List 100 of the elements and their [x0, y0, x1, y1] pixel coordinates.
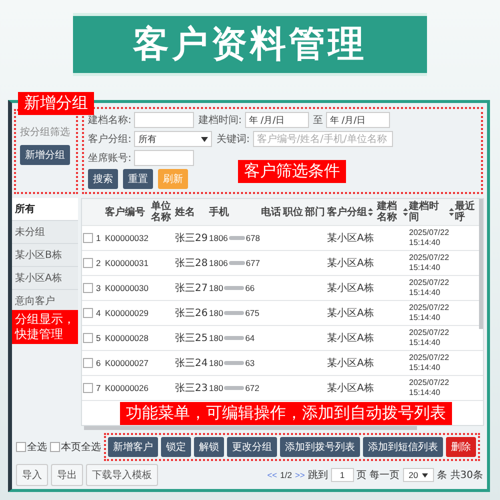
- table-cell: 2025/07/22 15:14:40: [409, 353, 450, 373]
- action-button[interactable]: 添加到短信列表: [363, 437, 443, 457]
- column-header: 客户编号: [105, 206, 145, 218]
- checkbox[interactable]: [50, 442, 60, 452]
- group-item[interactable]: 某小区A栋: [12, 267, 78, 290]
- row-number: 6: [96, 358, 101, 368]
- table-cell: 64: [245, 333, 255, 343]
- field-label: 建档名称:: [88, 114, 132, 127]
- column-header[interactable]: 建档时间: [409, 201, 454, 223]
- add-group-button[interactable]: 新增分组: [20, 145, 70, 165]
- secondary-button[interactable]: 导出: [51, 464, 83, 486]
- page-field[interactable]: 1: [330, 468, 354, 482]
- table-cell-text: 张三26: [175, 306, 208, 320]
- field-label: 客户分组:: [88, 132, 132, 146]
- table-cell-text: 某小区A栋: [327, 332, 374, 345]
- group-item[interactable]: 未分组: [12, 221, 78, 244]
- masked-digits: [224, 286, 244, 290]
- column-header: 部门: [305, 206, 325, 218]
- table-cell-text: 某小区A栋: [327, 382, 374, 395]
- text-field[interactable]: [134, 112, 194, 128]
- row-checkbox[interactable]: [83, 283, 93, 293]
- action-button[interactable]: 更改分组: [227, 437, 277, 457]
- table-cell: K00000027: [105, 358, 148, 368]
- filter-label: 按分组筛选: [20, 126, 70, 139]
- column-header: 手机: [209, 206, 229, 218]
- row-checkbox[interactable]: [83, 333, 93, 343]
- table-cell: 2025/07/22 15:14:40: [409, 228, 450, 248]
- row-number: 5: [96, 333, 101, 343]
- checkbox-label: 本页全选: [61, 440, 101, 454]
- table-cell: 2025/07/22 15:14:40: [409, 253, 450, 273]
- next-link[interactable]: >>: [294, 470, 305, 480]
- secondary-button[interactable]: 下载导入模板: [86, 464, 158, 486]
- checkbox-label: 全选: [27, 440, 47, 454]
- sort-icon[interactable]: [368, 208, 373, 216]
- row-number: 1: [96, 233, 101, 243]
- table-cell-text: 张三27: [175, 282, 208, 295]
- page-title: 客户资料管理: [133, 24, 367, 64]
- row-number: 4: [96, 308, 101, 318]
- per-page-select[interactable]: 20: [402, 468, 434, 482]
- group-item[interactable]: 某小区B栋: [12, 244, 78, 267]
- table-cell-text: 张三29: [175, 232, 208, 245]
- column-header: 姓名: [175, 206, 195, 218]
- row-checkbox[interactable]: [83, 358, 93, 368]
- action-button[interactable]: 删除: [446, 437, 476, 457]
- date-field[interactable]: 年 /月/日: [244, 112, 309, 128]
- table-cell: 2025/07/22 15:14:40: [409, 378, 450, 398]
- table-cell-text: 某小区A栋: [327, 306, 374, 320]
- row-number: 7: [96, 383, 101, 393]
- row-number: 3: [96, 283, 101, 293]
- table-cell: K00000030: [105, 283, 148, 293]
- caret-icon: [422, 472, 428, 478]
- action-button[interactable]: 锁定: [161, 437, 191, 457]
- row-checkbox[interactable]: [83, 233, 93, 243]
- field-label: 坐席账号:: [88, 152, 132, 165]
- sort-icon[interactable]: [449, 208, 454, 216]
- group-item[interactable]: 所有: [12, 198, 78, 221]
- masked-digits: [224, 361, 244, 365]
- table-cell-text: 某小区A栋: [327, 256, 374, 270]
- filter-button[interactable]: 重置: [123, 169, 153, 189]
- row-checkbox[interactable]: [83, 258, 93, 268]
- table-cell: K00000032: [105, 233, 148, 243]
- filter-button[interactable]: 搜索: [88, 169, 118, 189]
- column-header[interactable]: 建档名称: [377, 201, 408, 223]
- masked-digits: [228, 261, 245, 265]
- table-cell-text: 张三23: [175, 382, 208, 395]
- action-button[interactable]: 添加到拨号列表: [280, 437, 360, 457]
- date-field[interactable]: 年 /月/日: [326, 112, 390, 128]
- row-checkbox[interactable]: [83, 308, 93, 318]
- table-cell: 678: [246, 233, 260, 243]
- page-unit: 页: [356, 469, 367, 482]
- page-indicator: 1/2: [280, 470, 292, 480]
- table-cell: 180: [209, 333, 224, 343]
- goto-label: 跳到: [308, 468, 328, 482]
- table-cell: 672: [245, 383, 260, 393]
- checkbox[interactable]: [16, 442, 26, 452]
- action-button[interactable]: 解锁: [194, 437, 224, 457]
- masked-digits: [228, 236, 245, 240]
- table-cell: 1806: [209, 258, 228, 268]
- column-header[interactable]: 客户分组: [327, 206, 373, 218]
- table-cell: 675: [245, 308, 260, 318]
- table-cell: 180: [209, 283, 224, 293]
- prev-link[interactable]: <<: [267, 470, 278, 480]
- action-button[interactable]: 新增客户: [108, 437, 158, 457]
- field-label: 建档时间:: [198, 114, 242, 127]
- table-cell-text: 某小区A栋: [327, 232, 374, 245]
- table-cell-text: 张三28: [175, 256, 208, 270]
- column-header: 单位名称: [151, 201, 172, 223]
- masked-digits: [224, 311, 244, 315]
- table-cell-text: 张三24: [175, 356, 208, 370]
- total-count: 条 共30条: [437, 468, 483, 482]
- row-number: 2: [96, 258, 101, 268]
- table-cell: 2025/07/22 15:14:40: [409, 328, 450, 348]
- sort-icon[interactable]: [403, 208, 408, 216]
- secondary-button[interactable]: 导入: [16, 464, 48, 486]
- text-field[interactable]: [134, 150, 194, 166]
- group-select[interactable]: 所有: [134, 131, 212, 147]
- table-cell: K00000031: [105, 258, 148, 268]
- callout-label: 功能菜单，可编辑操作，添加到自动拨号列表: [120, 402, 452, 425]
- table-cell: 180: [209, 383, 224, 393]
- row-checkbox[interactable]: [83, 383, 93, 393]
